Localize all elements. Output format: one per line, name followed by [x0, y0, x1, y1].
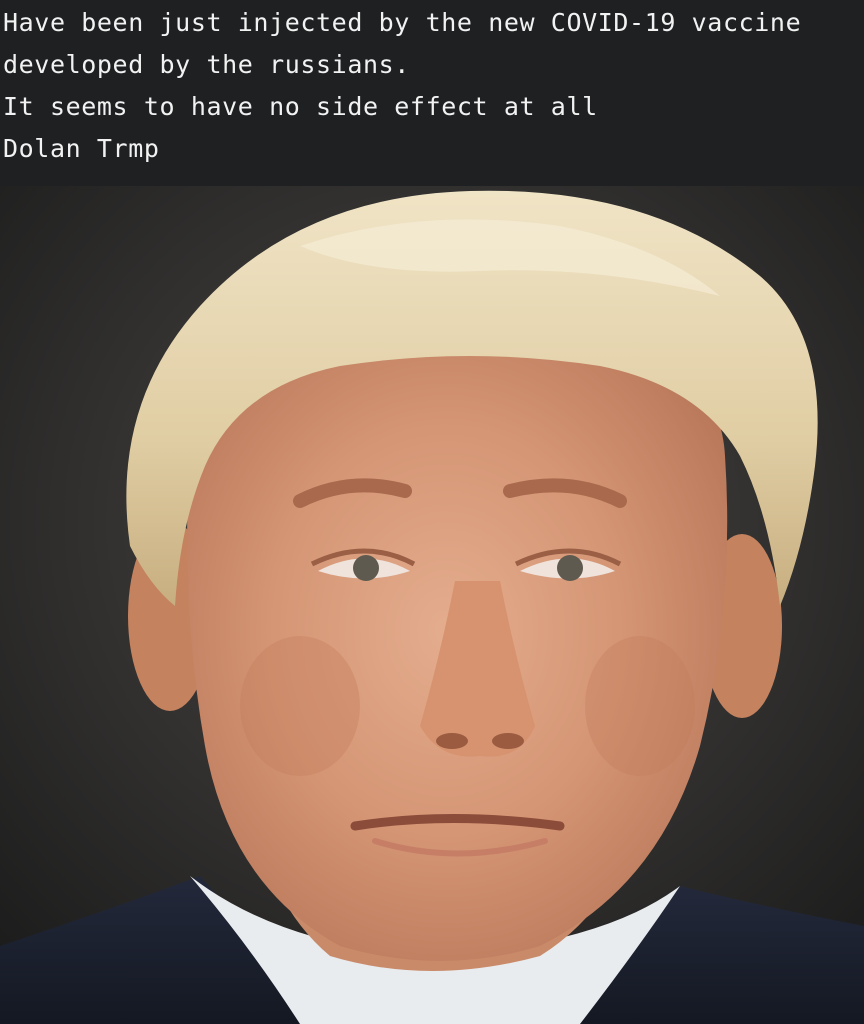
left-iris [353, 555, 379, 581]
portrait-photo [0, 186, 864, 1024]
caption-line-2: developed by the russians. [3, 50, 410, 79]
caption-block: Have been just injected by the new COVID… [0, 0, 864, 186]
caption-line-4: Dolan Trmp [3, 134, 160, 163]
caption-line-1: Have been just injected by the new COVID… [3, 8, 802, 37]
right-iris [557, 555, 583, 581]
right-nostril [492, 733, 524, 749]
left-nostril [436, 733, 468, 749]
portrait-illustration [0, 186, 864, 1024]
meme-image: Have been just injected by the new COVID… [0, 0, 864, 1024]
left-cheek-shadow [240, 636, 360, 776]
right-cheek-shadow [585, 636, 695, 776]
caption-line-3: It seems to have no side effect at all [3, 92, 598, 121]
